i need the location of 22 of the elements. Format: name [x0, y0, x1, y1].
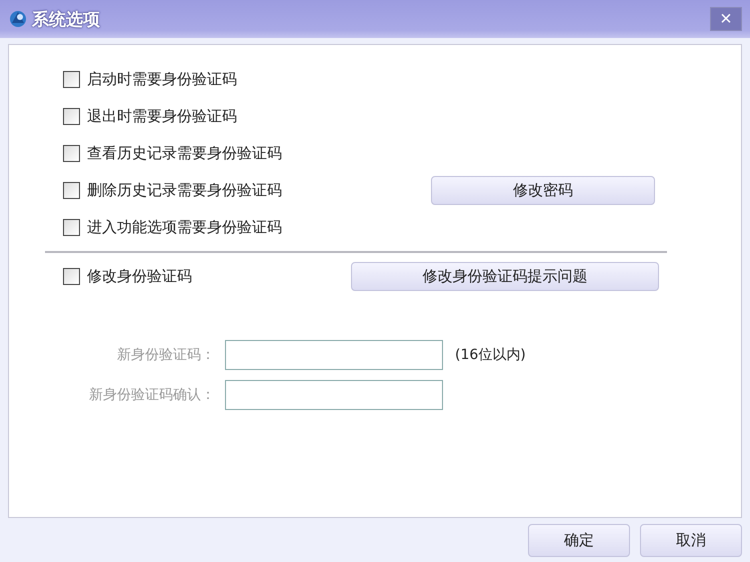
checkbox-label[interactable]: 启动时需要身份验证码 — [87, 70, 237, 89]
field-label: 新身份验证码确认： — [88, 386, 216, 404]
dialog-button[interactable]: 确定 — [528, 524, 630, 556]
checkbox[interactable] — [63, 219, 80, 236]
checkbox[interactable] — [63, 268, 80, 285]
checkbox-label[interactable]: 查看历史记录需要身份验证码 — [87, 144, 282, 163]
checkbox[interactable] — [63, 71, 80, 88]
app-logo-icon — [8, 9, 28, 29]
close-button[interactable]: × — [710, 7, 742, 31]
checkbox[interactable] — [63, 145, 80, 162]
field-label: 新身份验证码： — [116, 346, 216, 364]
checkbox-label[interactable]: 修改身份验证码 — [87, 267, 192, 286]
checkbox-label[interactable]: 进入功能选项需要身份验证码 — [87, 218, 282, 237]
window-title: 系统选项 — [32, 8, 100, 30]
checkbox-label[interactable]: 退出时需要身份验证码 — [87, 107, 237, 126]
checkbox-label[interactable]: 删除历史记录需要身份验证码 — [87, 181, 282, 200]
checkbox[interactable] — [63, 108, 80, 125]
dialog-button[interactable]: 取消 — [640, 524, 742, 556]
checkbox[interactable] — [63, 182, 80, 199]
field-note: (16位以内) — [455, 346, 526, 364]
hint-question-button[interactable]: 修改身份验证码提示问题 — [351, 262, 659, 291]
change-password-button[interactable]: 修改密码 — [431, 176, 655, 205]
